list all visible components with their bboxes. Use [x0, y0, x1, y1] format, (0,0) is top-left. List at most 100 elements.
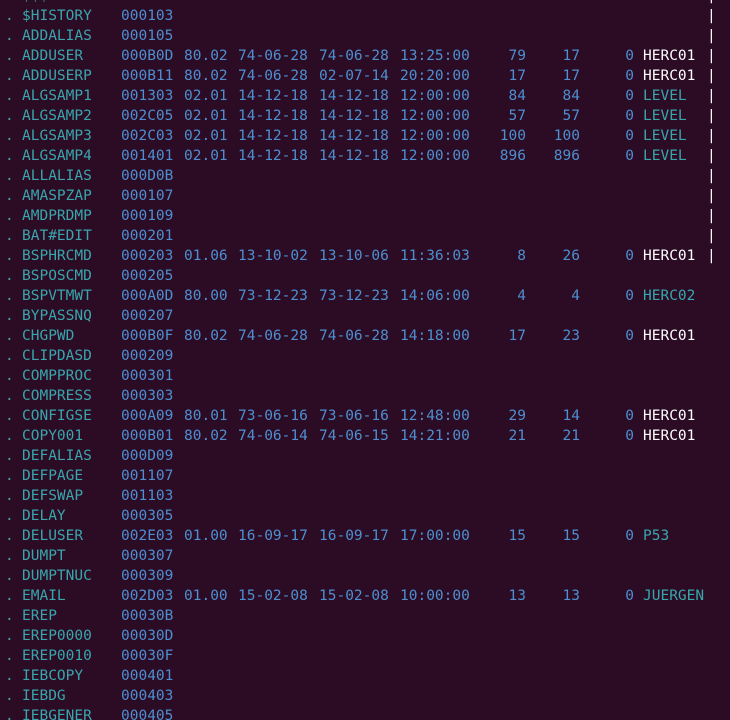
list-item[interactable]: . IEBDG 000403 [0, 686, 730, 706]
selection-dot[interactable]: . [5, 606, 14, 626]
selection-dot[interactable]: . [5, 306, 14, 326]
panel-border: | [707, 148, 716, 164]
selection-dot[interactable]: . [5, 686, 14, 706]
selection-dot[interactable]: . [5, 26, 14, 46]
list-item[interactable]: . IEBCOPY 000401 [0, 666, 730, 686]
member-created-date: 14-12-18 [238, 88, 308, 104]
list-item[interactable]: . BYPASSNQ 000207 [0, 306, 730, 326]
list-item[interactable]: . COMPRESS 000303 [0, 386, 730, 406]
member-created-date: 16-09-17 [238, 528, 308, 544]
list-item[interactable]: . ADDALIAS 000105 | [0, 26, 730, 46]
list-item[interactable]: . AMDPRDMP 000109 | [0, 206, 730, 226]
selection-dot[interactable]: . [5, 66, 14, 86]
selection-dot[interactable]: . [5, 386, 14, 406]
list-item[interactable]: . ALGSAMP2 002C05 02.01 14-12-18 14-12-18 12:0… [0, 106, 730, 126]
list-item[interactable]: . BAT#EDIT 000201 | [0, 226, 730, 246]
list-item[interactable]: . ALLALIAS 000D0B | [0, 166, 730, 186]
member-version: 80.01 [184, 408, 228, 424]
selection-dot[interactable]: . [5, 226, 14, 246]
selection-dot[interactable]: . [5, 626, 14, 646]
list-item[interactable]: . COMPPROC 000301 [0, 366, 730, 386]
list-item[interactable]: . EREP 00030B [0, 606, 730, 626]
list-item[interactable]: . ALGSAMP1 001303 02.01 14-12-18 14-12-18 12:0… [0, 86, 730, 106]
list-item[interactable]: . ALGSAMP4 001401 02.01 14-12-18 14-12-18 12:0… [0, 146, 730, 166]
selection-dot[interactable]: . [5, 6, 14, 26]
list-item[interactable]: . ADDUSER 000B0D 80.02 74-06-28 74-06-28 13:25… [0, 46, 730, 66]
selection-dot[interactable]: . [5, 466, 14, 486]
member-name: DEFPAGE [22, 468, 84, 484]
selection-dot[interactable]: . [5, 666, 14, 686]
list-item[interactable]: . DEFSWAP 001103 [0, 486, 730, 506]
selection-dot[interactable]: . [5, 186, 14, 206]
list-item[interactable]: . COPY001 000B01 80.02 74-06-14 74-06-15 14:21… [0, 426, 730, 446]
selection-dot[interactable]: . [5, 106, 14, 126]
selection-dot[interactable]: . [5, 206, 14, 226]
list-item[interactable]: . $HISTORY 000103 | [0, 6, 730, 26]
list-item[interactable]: . DELAY 000305 [0, 506, 730, 526]
list-item[interactable]: . AMASPZAP 000107 | [0, 186, 730, 206]
selection-dot[interactable]: . [5, 166, 14, 186]
list-item[interactable]: . DUMPTNUC 000309 [0, 566, 730, 586]
list-item[interactable]: . BSPOSCMD 000205 [0, 266, 730, 286]
member-name: BSPOSCMD [22, 268, 92, 284]
list-item[interactable]: . EREP0000 00030D [0, 626, 730, 646]
member-size: 13 [508, 588, 526, 604]
list-item[interactable]: . DEFALIAS 000D09 [0, 446, 730, 466]
member-userid: HERC01 [643, 428, 696, 444]
selection-dot[interactable]: . [5, 546, 14, 566]
selection-dot[interactable]: . [5, 486, 14, 506]
list-item[interactable]: . EMAIL 002D03 01.00 15-02-08 15-02-08 10:00:0… [0, 586, 730, 606]
selection-dot[interactable]: . [5, 286, 14, 306]
member-version: 80.02 [184, 68, 228, 84]
list-item[interactable]: . BSPVTMWT 000A0D 80.00 73-12-23 73-12-23 14:0… [0, 286, 730, 306]
member-mod: 0 [625, 148, 634, 164]
list-item[interactable]: . ADDUSERP 000B11 80.02 74-06-28 02-07-14 20:2… [0, 66, 730, 86]
member-changed-date: 13-10-06 [319, 248, 389, 264]
selection-dot[interactable]: . [5, 126, 14, 146]
list-item[interactable]: . DELUSER 002E03 01.00 16-09-17 16-09-17 17:00… [0, 526, 730, 546]
member-userid: HERC02 [643, 288, 696, 304]
member-version: 02.01 [184, 88, 228, 104]
member-size: 79 [508, 48, 526, 64]
list-item[interactable]: . CONFIGSE 000A09 80.01 73-06-16 73-06-16 12:4… [0, 406, 730, 426]
member-userid: HERC01 [643, 408, 696, 424]
list-item[interactable]: . DUMPT 000307 [0, 546, 730, 566]
member-name: ALGSAMP3 [22, 128, 92, 144]
selection-dot[interactable]: . [5, 366, 14, 386]
member-ttr: 00030B [121, 608, 174, 624]
list-item[interactable]: . BSPHRCMD 000203 01.06 13-10-02 13-10-06 11:3… [0, 246, 730, 266]
selection-dot[interactable]: . [5, 446, 14, 466]
member-changed-date: 16-09-17 [319, 528, 389, 544]
list-item[interactable]: . ALGSAMP3 002C03 02.01 14-12-18 14-12-18 12:0… [0, 126, 730, 146]
member-version: 02.01 [184, 128, 228, 144]
list-item[interactable]: . DEFPAGE 001107 [0, 466, 730, 486]
selection-dot[interactable]: . [5, 506, 14, 526]
member-name: ADDALIAS [22, 28, 92, 44]
selection-dot[interactable]: . [5, 326, 14, 346]
member-created-date: 13-10-02 [238, 248, 308, 264]
selection-dot[interactable]: . [5, 526, 14, 546]
selection-dot[interactable]: . [5, 646, 14, 666]
panel-border: | [707, 48, 716, 64]
selection-dot[interactable]: . [5, 86, 14, 106]
list-item[interactable]: . CLIPDASD 000209 [0, 346, 730, 366]
selection-dot[interactable]: . [5, 706, 14, 720]
member-size: 57 [508, 108, 526, 124]
selection-dot[interactable]: . [5, 346, 14, 366]
member-name: AMASPZAP [22, 188, 92, 204]
selection-dot[interactable]: . [5, 266, 14, 286]
member-changed-date: 15-02-08 [319, 588, 389, 604]
panel-border: | [707, 248, 716, 264]
list-item[interactable]: . IEBGENER 000405 [0, 706, 730, 720]
selection-dot[interactable]: . [5, 246, 14, 266]
selection-dot[interactable]: . [5, 46, 14, 66]
member-changed-date: 02-07-14 [319, 68, 389, 84]
member-userid: HERC01 [643, 248, 696, 264]
selection-dot[interactable]: . [5, 566, 14, 586]
selection-dot[interactable]: . [5, 146, 14, 166]
list-item[interactable]: . CHGPWD 000B0F 80.02 74-06-28 74-06-28 14:18:… [0, 326, 730, 346]
selection-dot[interactable]: . [5, 406, 14, 426]
selection-dot[interactable]: . [5, 426, 14, 446]
list-item[interactable]: . EREP0010 00030F [0, 646, 730, 666]
selection-dot[interactable]: . [5, 586, 14, 606]
